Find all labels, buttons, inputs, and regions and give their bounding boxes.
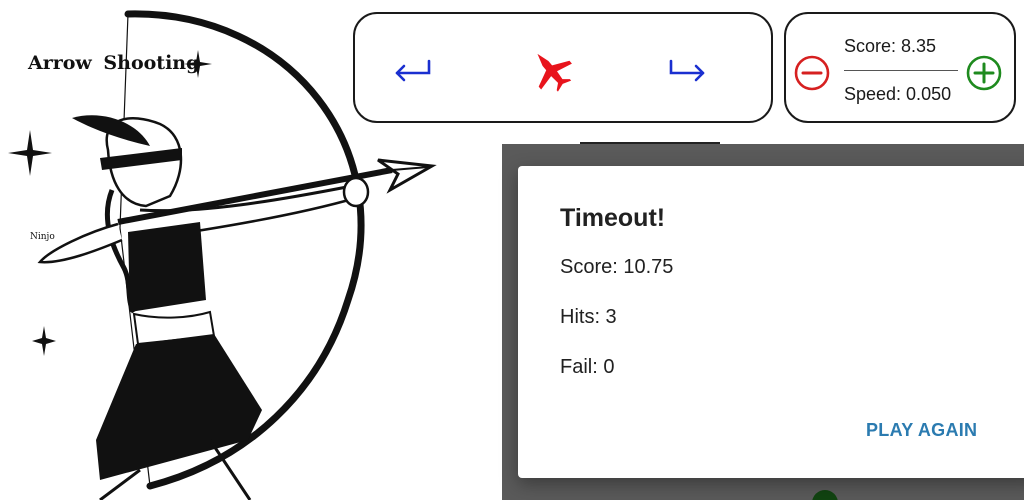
dialog-title: Timeout! <box>560 204 666 232</box>
minus-circle-icon[interactable] <box>794 55 830 91</box>
score-divider <box>844 70 958 71</box>
speed-readout: Speed: 0.050 <box>844 84 952 104</box>
timeout-dialog: Timeout! Score: 10.75 Hits: 3 Fail: 0 PL… <box>518 166 1024 478</box>
fail-text: Fail: 0 <box>560 356 615 378</box>
illustration-title: Arrow Shooting <box>28 52 200 74</box>
hits-text: Hits: 3 <box>560 306 617 328</box>
final-score-text: Score: 10.75 <box>560 256 674 278</box>
game-screen: Arrow Shooting Ninjo Score: 8.35 Speed: … <box>0 0 1024 500</box>
fighter-jet-icon <box>537 53 572 92</box>
return-right-arrow-icon <box>669 59 705 82</box>
return-left-arrow-icon <box>395 59 431 82</box>
move-left-button[interactable] <box>389 54 433 90</box>
illustration-signature: Ninjo <box>30 232 55 242</box>
fire-button[interactable] <box>529 52 573 92</box>
plus-circle-icon[interactable] <box>966 55 1002 91</box>
score-readout: Score: 8.35 <box>844 36 937 56</box>
score-panel: Score: 8.35 Speed: 0.050 <box>784 12 1016 123</box>
move-right-button[interactable] <box>667 54 711 90</box>
control-panel <box>353 12 773 123</box>
play-again-button[interactable]: PLAY AGAIN <box>858 416 985 444</box>
